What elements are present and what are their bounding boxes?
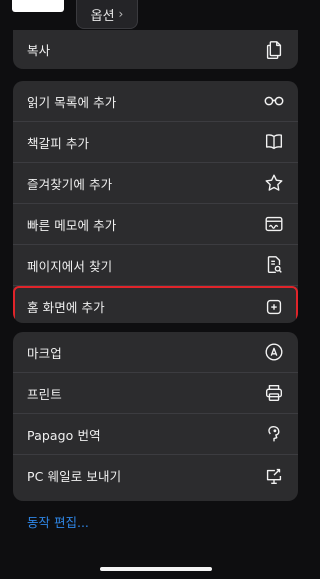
menu-item-add-favorites[interactable]: 즐겨찾기에 추가: [13, 163, 298, 204]
star-icon: [262, 171, 286, 195]
edit-actions-link[interactable]: 동작 편집...: [27, 512, 89, 531]
glasses-icon: [262, 89, 286, 113]
printer-icon: [262, 381, 286, 405]
options-label: 옵션: [90, 8, 115, 24]
copy-group: 복사: [13, 30, 298, 69]
quick-note-icon: [262, 212, 286, 236]
menu-item-label: 복사: [27, 43, 51, 58]
find-in-page-icon: [262, 253, 286, 277]
copy-icon: [262, 38, 286, 62]
menu-item-papago-translate[interactable]: Papago 번역: [13, 414, 298, 455]
menu-item-label: 페이지에서 찾기: [27, 258, 113, 274]
menu-item-print[interactable]: 프린트: [13, 373, 298, 414]
whale-send-icon: [262, 464, 286, 488]
menu-item-markup[interactable]: 마크업: [13, 332, 298, 373]
papago-icon: [262, 422, 286, 446]
actions-group-2: 마크업 프린트 Papago 번역 PC 웨일로 보내기: [13, 332, 298, 501]
menu-item-quick-note[interactable]: 빠른 메모에 추가: [13, 204, 298, 245]
menu-item-label: 즐겨찾기에 추가: [27, 176, 113, 192]
menu-item-label: 읽기 목록에 추가: [27, 94, 117, 110]
menu-item-label: Papago 번역: [27, 427, 101, 443]
add-square-icon: [262, 295, 286, 319]
chevron-right-icon: ›: [118, 7, 124, 21]
home-indicator: [100, 567, 212, 571]
page-thumbnail[interactable]: [12, 0, 64, 12]
menu-item-label: 프린트: [27, 386, 62, 402]
menu-item-find-in-page[interactable]: 페이지에서 찾기: [13, 245, 298, 286]
menu-item-label: PC 웨일로 보내기: [27, 469, 122, 484]
markup-icon: [262, 340, 286, 364]
menu-item-add-to-home-screen[interactable]: 홈 화면에 추가: [13, 286, 298, 323]
options-button[interactable]: 옵션 ›: [76, 0, 138, 29]
book-icon: [262, 130, 286, 154]
menu-item-label: 책갈피 추가: [27, 135, 90, 151]
menu-item-label: 빠른 메모에 추가: [27, 217, 117, 233]
menu-item-send-to-pc-whale[interactable]: PC 웨일로 보내기: [13, 455, 298, 496]
menu-item-add-bookmark[interactable]: 책갈피 추가: [13, 122, 298, 163]
menu-item-label: 홈 화면에 추가: [27, 300, 105, 315]
menu-item-copy[interactable]: 복사: [13, 30, 298, 69]
menu-item-reading-list[interactable]: 읽기 목록에 추가: [13, 81, 298, 122]
menu-item-label: 마크업: [27, 345, 62, 361]
actions-group-1: 읽기 목록에 추가 책갈피 추가 즐겨찾기에 추가 빠른 메모에 추가 페이지에…: [13, 81, 298, 323]
